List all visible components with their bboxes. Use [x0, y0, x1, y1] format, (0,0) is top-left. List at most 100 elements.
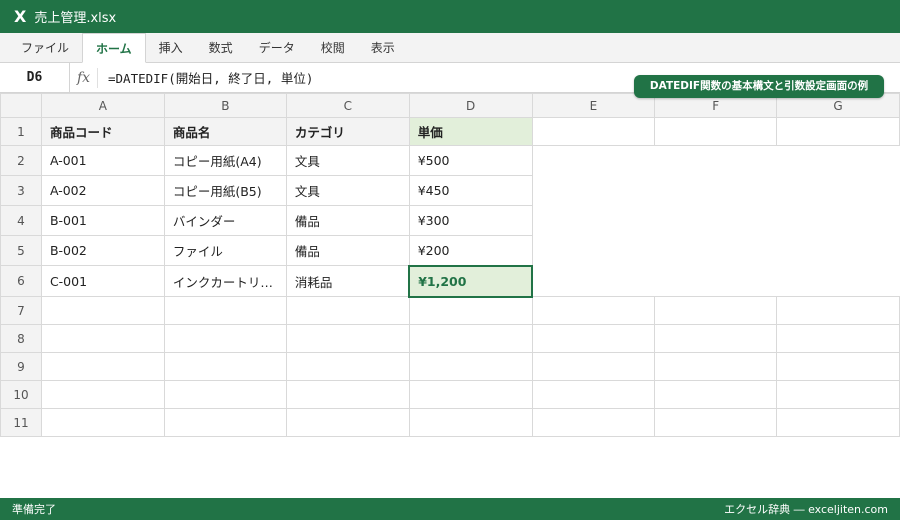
cell[interactable]	[655, 236, 777, 266]
cell[interactable]	[285, 296, 410, 325]
cell[interactable]: 文具	[285, 175, 410, 206]
cell[interactable]	[163, 408, 287, 437]
header-cell-name[interactable]: 商品名	[163, 117, 287, 146]
cell[interactable]	[40, 352, 165, 381]
row-header[interactable]: 11	[0, 408, 42, 437]
cell[interactable]	[777, 236, 900, 266]
row-header[interactable]: 8	[0, 324, 42, 353]
cell[interactable]	[285, 408, 410, 437]
cell[interactable]	[777, 146, 900, 176]
cell[interactable]: 文具	[285, 145, 410, 176]
cell[interactable]: B-001	[40, 205, 165, 236]
cell[interactable]	[285, 352, 410, 381]
cell[interactable]	[532, 236, 655, 266]
cell[interactable]	[531, 408, 656, 437]
cell[interactable]	[40, 296, 165, 325]
cell[interactable]: A-002	[40, 175, 165, 206]
cell[interactable]: B-002	[40, 235, 165, 266]
cell[interactable]	[777, 206, 900, 236]
cell[interactable]: 備品	[285, 235, 410, 266]
header-cell-category[interactable]: カテゴリ	[285, 117, 410, 146]
cell[interactable]	[40, 408, 165, 437]
fx-icon[interactable]: fx	[70, 67, 98, 88]
cell[interactable]	[655, 206, 777, 236]
cell[interactable]	[654, 408, 778, 437]
cell[interactable]	[776, 380, 900, 409]
cell[interactable]: コピー用紙(A4)	[163, 145, 287, 176]
cell[interactable]	[531, 380, 656, 409]
selected-cell-d6[interactable]: ¥1,200	[408, 264, 534, 298]
cell[interactable]	[285, 380, 410, 409]
cell[interactable]: ¥450	[408, 175, 533, 206]
cell[interactable]	[655, 266, 777, 297]
cell[interactable]	[531, 117, 656, 146]
cell[interactable]	[777, 176, 900, 206]
cell[interactable]	[408, 324, 533, 353]
cell[interactable]	[654, 324, 778, 353]
cell[interactable]	[408, 352, 533, 381]
cell[interactable]	[532, 266, 655, 297]
row-header[interactable]: 6	[0, 265, 42, 297]
cell[interactable]	[776, 296, 900, 325]
row-header[interactable]: 5	[0, 235, 42, 266]
cell[interactable]: ¥200	[408, 235, 533, 266]
cell[interactable]	[163, 324, 287, 353]
cell[interactable]: ファイル	[163, 235, 287, 266]
formula-input[interactable]: =DATEDIF(開始日, 終了日, 単位)	[98, 68, 313, 87]
cell[interactable]	[532, 176, 655, 206]
cell[interactable]	[531, 324, 656, 353]
cell[interactable]	[531, 296, 656, 325]
cell[interactable]: コピー用紙(B5)	[163, 175, 287, 206]
row-header[interactable]: 4	[0, 205, 42, 236]
cell[interactable]	[777, 266, 900, 297]
cell[interactable]	[776, 117, 900, 146]
cell[interactable]: ¥300	[408, 205, 533, 236]
cell[interactable]	[163, 352, 287, 381]
column-header-b[interactable]: B	[163, 93, 287, 118]
name-box[interactable]: D6	[0, 62, 70, 93]
cell[interactable]	[163, 296, 287, 325]
cell[interactable]	[40, 380, 165, 409]
cell[interactable]	[654, 380, 778, 409]
cell[interactable]	[532, 206, 655, 236]
cell[interactable]	[408, 380, 533, 409]
cell[interactable]: 消耗品	[285, 265, 410, 297]
header-cell-price[interactable]: 単価	[408, 117, 533, 146]
cell[interactable]	[776, 324, 900, 353]
row-header[interactable]: 10	[0, 380, 42, 409]
row-header[interactable]: 1	[0, 117, 42, 146]
cell[interactable]: インクカートリ…	[163, 265, 287, 297]
cell[interactable]	[163, 380, 287, 409]
cell[interactable]	[655, 146, 777, 176]
cell[interactable]	[408, 296, 533, 325]
cell[interactable]	[654, 296, 778, 325]
cell[interactable]: 備品	[285, 205, 410, 236]
header-cell-code[interactable]: 商品コード	[40, 117, 165, 146]
cell[interactable]: ¥500	[408, 145, 533, 176]
tab-review[interactable]: 校閲	[308, 34, 358, 62]
cell[interactable]: C-001	[40, 265, 165, 297]
cell[interactable]	[776, 352, 900, 381]
cell[interactable]	[655, 176, 777, 206]
tab-view[interactable]: 表示	[358, 34, 408, 62]
row-header[interactable]: 7	[0, 296, 42, 325]
row-header[interactable]: 3	[0, 175, 42, 206]
column-header-d[interactable]: D	[408, 93, 533, 118]
cell[interactable]	[531, 352, 656, 381]
cell[interactable]	[40, 324, 165, 353]
cell[interactable]	[654, 352, 778, 381]
tab-home[interactable]: ホーム	[82, 33, 146, 63]
select-all-corner[interactable]	[0, 93, 42, 118]
cell[interactable]: A-001	[40, 145, 165, 176]
tab-data[interactable]: データ	[246, 34, 308, 62]
cell[interactable]	[776, 408, 900, 437]
row-header[interactable]: 9	[0, 352, 42, 381]
column-header-c[interactable]: C	[285, 93, 410, 118]
tab-file[interactable]: ファイル	[8, 34, 82, 62]
cell[interactable]	[408, 408, 533, 437]
cell[interactable]: バインダー	[163, 205, 287, 236]
column-header-a[interactable]: A	[40, 93, 165, 118]
cell[interactable]	[654, 117, 778, 146]
tab-insert[interactable]: 挿入	[146, 34, 196, 62]
cell[interactable]	[285, 324, 410, 353]
